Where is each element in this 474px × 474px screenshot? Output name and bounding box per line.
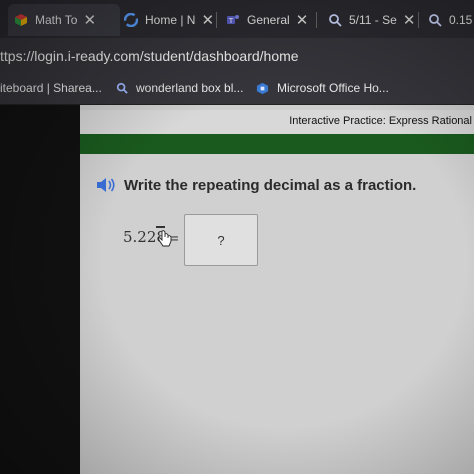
- bookmark-wonderland[interactable]: wonderland box bl...: [116, 81, 243, 95]
- tab-general[interactable]: T General ✕: [222, 4, 324, 36]
- close-icon[interactable]: ✕: [201, 11, 214, 29]
- search-icon: [329, 14, 342, 27]
- progress-bar: [80, 134, 474, 154]
- svg-text:T: T: [228, 17, 234, 25]
- office-icon: [256, 82, 269, 94]
- tab-label: Home | N: [145, 13, 196, 27]
- address-bar[interactable]: ttps://login.i-ready.com/student/dashboa…: [0, 38, 474, 74]
- blue-swirl-icon: [124, 13, 138, 27]
- screen: Math To ✕ Home | N ✕ T General ✕ 5/11 - …: [0, 0, 474, 474]
- tab-separator: [216, 12, 217, 28]
- tab-label: General: [247, 13, 290, 27]
- page-left-margin: [0, 105, 80, 474]
- speaker-icon[interactable]: [95, 176, 117, 194]
- tab-separator: [316, 12, 317, 28]
- repeat-bar: [156, 226, 165, 228]
- tab-math-to[interactable]: Math To ✕: [8, 4, 120, 36]
- teams-icon: T: [227, 15, 239, 25]
- hand-cursor-icon: [158, 230, 172, 247]
- tab-separator: [418, 12, 419, 28]
- answer-input[interactable]: ?: [184, 214, 258, 266]
- close-icon[interactable]: ✕: [403, 11, 416, 29]
- bookmark-whiteboard[interactable]: iteboard | Sharea...: [0, 81, 102, 95]
- bookmark-label: Microsoft Office Ho...: [277, 81, 389, 95]
- tab-search-015[interactable]: 0.15: [424, 4, 474, 36]
- tab-home[interactable]: Home | N ✕: [120, 4, 224, 36]
- lesson-title: Interactive Practice: Express Rational: [289, 115, 472, 127]
- close-icon[interactable]: ✕: [296, 11, 309, 29]
- tab-label: 0.15: [449, 13, 473, 27]
- colorful-cube-icon: [15, 14, 27, 26]
- tab-strip: Math To ✕ Home | N ✕ T General ✕ 5/11 - …: [0, 0, 474, 38]
- bookmark-label: wonderland box bl...: [136, 81, 244, 95]
- bookmark-microsoft-office[interactable]: Microsoft Office Ho...: [256, 81, 389, 95]
- question-text: Write the repeating decimal as a fractio…: [124, 177, 417, 194]
- search-icon: [429, 14, 442, 27]
- search-icon: [116, 82, 128, 94]
- question-card: [82, 154, 474, 474]
- tab-search-511[interactable]: 5/11 - Se ✕: [324, 4, 424, 36]
- answer-placeholder: ?: [217, 232, 225, 248]
- bookmarks-bar: iteboard | Sharea... wonderland box bl..…: [0, 74, 474, 105]
- tab-label: 5/11 - Se: [349, 13, 397, 27]
- close-icon[interactable]: ✕: [83, 11, 96, 29]
- tab-label: Math To: [35, 13, 78, 27]
- url-text[interactable]: ttps://login.i-ready.com/student/dashboa…: [0, 48, 299, 64]
- bookmark-label: iteboard | Sharea...: [0, 81, 102, 95]
